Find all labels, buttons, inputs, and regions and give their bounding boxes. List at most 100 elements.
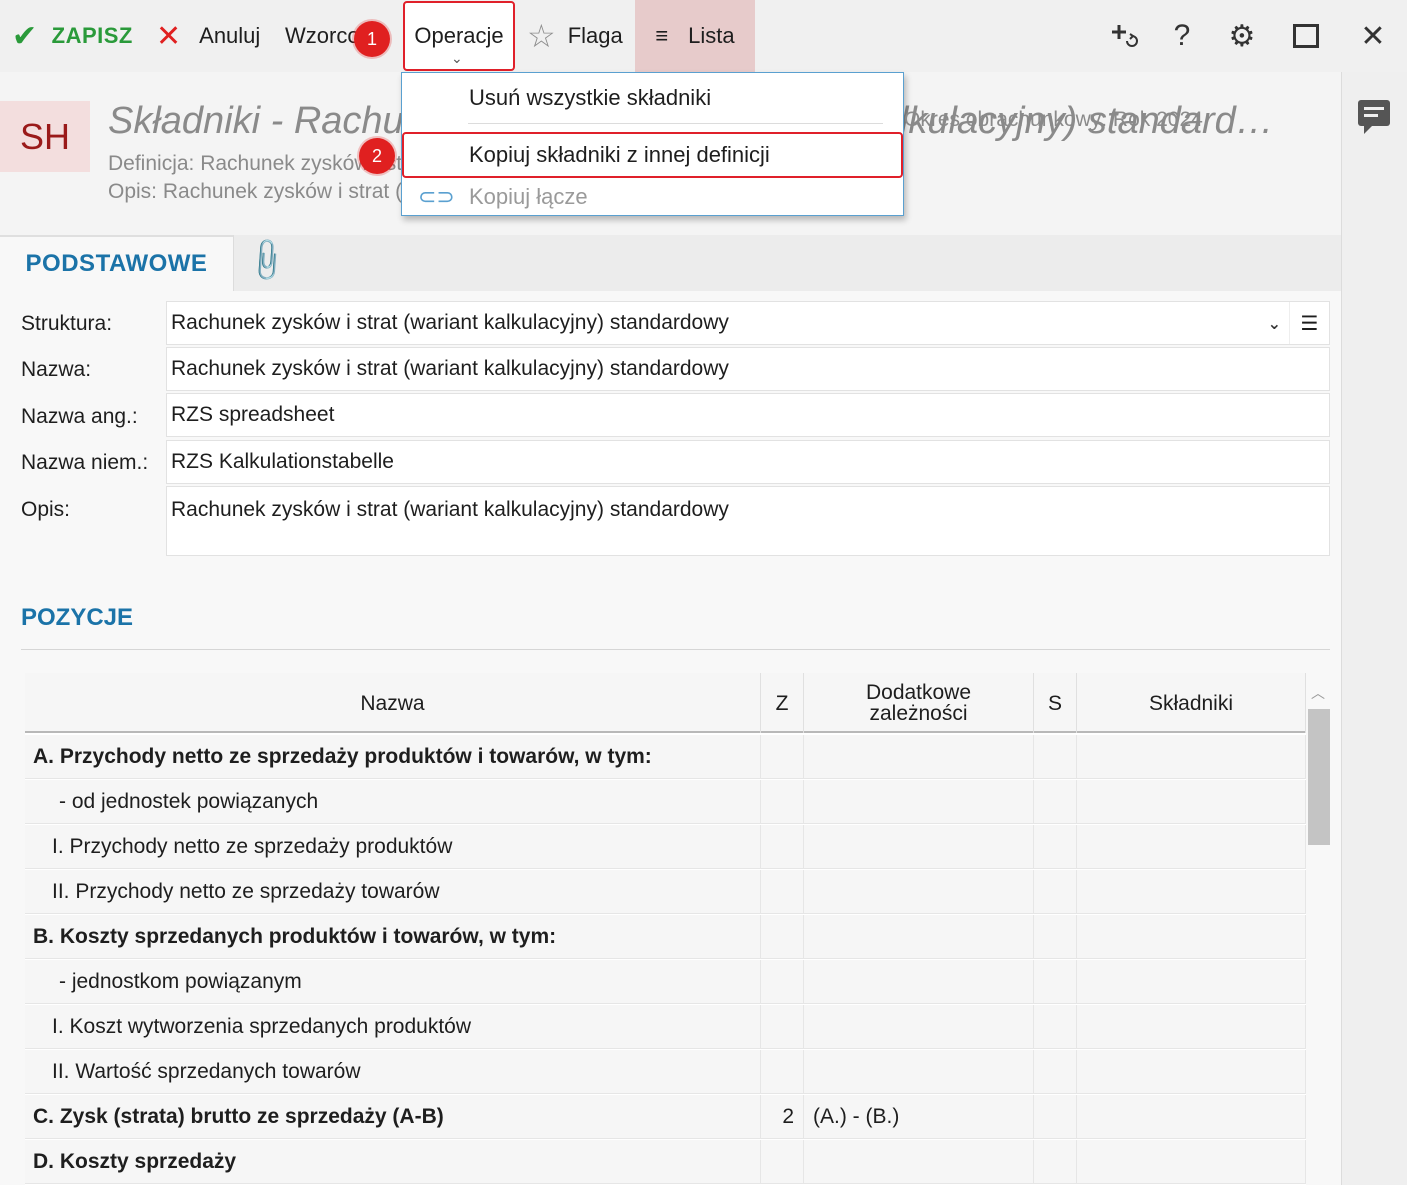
cell-s[interactable] — [1034, 1140, 1077, 1184]
cell-name[interactable]: I. Przychody netto ze sprzedaży produktó… — [25, 825, 761, 869]
table-row[interactable]: B. Koszty sprzedanych produktów i towaró… — [25, 915, 1306, 960]
cell-name[interactable]: B. Koszty sprzedanych produktów i towaró… — [25, 915, 761, 959]
table-row[interactable]: I. Przychody netto ze sprzedaży produktó… — [25, 825, 1306, 870]
cell-s[interactable] — [1034, 1005, 1077, 1049]
paperclip-icon[interactable]: 📎 — [241, 235, 292, 286]
table-row[interactable]: D. Koszty sprzedaży — [25, 1140, 1306, 1185]
cell-components[interactable] — [1077, 915, 1306, 959]
cell-dependencies[interactable] — [804, 1050, 1034, 1094]
add-related-icon[interactable] — [1099, 0, 1149, 72]
grid-header: Nazwa Z Dodatkowe zależności S Składniki — [25, 673, 1306, 733]
cell-z[interactable] — [761, 960, 804, 1004]
cell-components[interactable] — [1077, 735, 1306, 779]
save-button[interactable]: ✔ ZAPISZ — [12, 0, 133, 72]
cell-z[interactable] — [761, 780, 804, 824]
description-field[interactable]: Rachunek zysków i strat (wariant kalkula… — [166, 486, 1330, 556]
cell-name[interactable]: A. Przychody netto ze sprzedaży produktó… — [25, 735, 761, 779]
cell-z[interactable] — [761, 915, 804, 959]
table-row[interactable]: C. Zysk (strata) brutto ze sprzedaży (A-… — [25, 1095, 1306, 1140]
menu-item-remove-all[interactable]: Usuń wszystkie składniki — [402, 73, 903, 123]
cell-z[interactable] — [761, 1050, 804, 1094]
help-icon[interactable]: ? — [1157, 0, 1207, 72]
comment-icon[interactable] — [1358, 100, 1390, 134]
cell-dependencies[interactable] — [804, 915, 1034, 959]
column-header-dependencies[interactable]: Dodatkowe zależności — [804, 673, 1034, 733]
column-header-s[interactable]: S — [1034, 673, 1077, 733]
scrollbar-thumb[interactable] — [1308, 709, 1330, 845]
cell-components[interactable] — [1077, 1140, 1306, 1184]
cell-name[interactable]: C. Zysk (strata) brutto ze sprzedaży (A-… — [25, 1095, 761, 1139]
cell-components[interactable] — [1077, 1005, 1306, 1049]
cell-s[interactable] — [1034, 960, 1077, 1004]
chevron-down-icon[interactable]: ⌄ — [1268, 314, 1281, 334]
menu-item-label: Usuń wszystkie składniki — [469, 85, 712, 110]
cell-s[interactable] — [1034, 780, 1077, 824]
cell-components[interactable] — [1077, 825, 1306, 869]
cell-dependencies[interactable] — [804, 735, 1034, 779]
cell-name[interactable]: II. Przychody netto ze sprzedaży towarów — [25, 870, 761, 914]
list-button[interactable]: ≡ Lista — [635, 0, 755, 72]
table-row[interactable]: - jednostkom powiązanym — [25, 960, 1306, 1005]
table-row[interactable]: II. Wartość sprzedanych towarów — [25, 1050, 1306, 1095]
name-field[interactable]: Rachunek zysków i strat (wariant kalkula… — [166, 347, 1330, 391]
table-row[interactable]: I. Koszt wytworzenia sprzedanych produkt… — [25, 1005, 1306, 1050]
cell-z[interactable] — [761, 735, 804, 779]
cell-dependencies[interactable] — [804, 960, 1034, 1004]
cell-z[interactable] — [761, 1005, 804, 1049]
cell-name[interactable]: - jednostkom powiązanym — [25, 960, 761, 1004]
cancel-button[interactable]: ✕ Anuluj — [156, 0, 260, 72]
cell-s[interactable] — [1034, 1095, 1077, 1139]
cancel-label: Anuluj — [199, 23, 261, 48]
settings-icon[interactable]: ⚙ — [1217, 0, 1267, 72]
cell-dependencies[interactable] — [804, 1005, 1034, 1049]
maximize-icon[interactable] — [1281, 0, 1331, 72]
cell-z[interactable] — [761, 1140, 804, 1184]
fiscal-year: Okres obrachunkowy: Rok 2024 — [904, 108, 1203, 131]
cell-components[interactable] — [1077, 870, 1306, 914]
cell-dependencies[interactable] — [804, 780, 1034, 824]
cell-name[interactable]: I. Koszt wytworzenia sprzedanych produkt… — [25, 1005, 761, 1049]
close-icon[interactable]: ✕ — [1348, 0, 1398, 72]
cell-dependencies[interactable] — [804, 1140, 1034, 1184]
table-row[interactable]: II. Przychody netto ze sprzedaży towarów — [25, 870, 1306, 915]
name-de-value: RZS Kalkulationstabelle — [171, 450, 394, 473]
cell-name[interactable]: - od jednostek powiązanych — [25, 780, 761, 824]
chevron-up-icon[interactable]: ︿ — [1311, 683, 1325, 703]
cell-dependencies[interactable] — [804, 825, 1034, 869]
column-header-components[interactable]: Składniki — [1077, 673, 1306, 733]
cell-components[interactable] — [1077, 960, 1306, 1004]
table-row[interactable]: A. Przychody netto ze sprzedaży produktó… — [25, 735, 1306, 780]
menu-item-copy-link[interactable]: ⊂⊃ Kopiuj łącze — [402, 178, 903, 216]
cell-s[interactable] — [1034, 1050, 1077, 1094]
flag-button[interactable]: ☆ Flaga — [527, 0, 623, 72]
vertical-scrollbar[interactable]: ︿ — [1307, 675, 1331, 1185]
cell-components[interactable] — [1077, 1095, 1306, 1139]
cell-s[interactable] — [1034, 825, 1077, 869]
name-de-field[interactable]: RZS Kalkulationstabelle — [166, 440, 1330, 484]
annotation-badge-2: 2 — [359, 138, 395, 174]
form-area: Struktura: Rachunek zysków i strat (wari… — [0, 291, 1341, 1185]
cell-z[interactable]: 2 — [761, 1095, 804, 1139]
operations-button[interactable]: Operacje ⌄ — [403, 1, 515, 71]
cell-name[interactable]: D. Koszty sprzedaży — [25, 1140, 761, 1184]
menu-icon[interactable]: ☰ — [1289, 302, 1329, 344]
cell-s[interactable] — [1034, 915, 1077, 959]
description-value: Rachunek zysków i strat (wariant kalkula… — [171, 498, 729, 521]
cell-z[interactable] — [761, 825, 804, 869]
cell-s[interactable] — [1034, 870, 1077, 914]
menu-separator — [468, 123, 883, 124]
cell-name[interactable]: II. Wartość sprzedanych towarów — [25, 1050, 761, 1094]
structure-select[interactable]: Rachunek zysków i strat (wariant kalkula… — [166, 301, 1330, 345]
column-header-name[interactable]: Nazwa — [25, 673, 761, 733]
cell-z[interactable] — [761, 870, 804, 914]
cell-dependencies[interactable]: (A.) - (B.) — [804, 1095, 1034, 1139]
cell-components[interactable] — [1077, 1050, 1306, 1094]
cell-s[interactable] — [1034, 735, 1077, 779]
structure-label: Struktura: — [21, 312, 113, 335]
tab-podstawowe[interactable]: PODSTAWOWE — [0, 235, 234, 291]
cell-dependencies[interactable] — [804, 870, 1034, 914]
name-en-field[interactable]: RZS spreadsheet — [166, 393, 1330, 437]
cell-components[interactable] — [1077, 780, 1306, 824]
table-row[interactable]: - od jednostek powiązanych — [25, 780, 1306, 825]
column-header-z[interactable]: Z — [761, 673, 804, 733]
